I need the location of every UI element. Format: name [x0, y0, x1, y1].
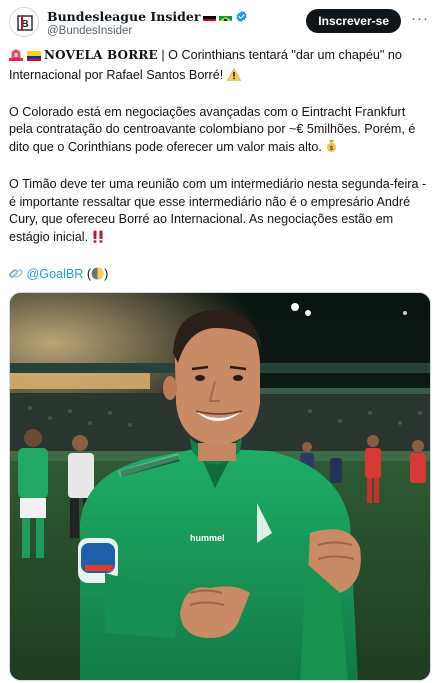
tweet-header: B Bundesleague Insider @BundesInsider In…: [9, 7, 431, 41]
account-handle[interactable]: @BundesInsider: [47, 25, 132, 37]
germany-flag: [203, 12, 217, 21]
source-mention-link[interactable]: @GoalBR: [27, 267, 84, 281]
display-name[interactable]: Bundesleague Insider: [47, 9, 200, 24]
colombia-flag: [26, 49, 41, 67]
tweet-paragraph-2: O Colorado está em negociações avançadas…: [9, 104, 431, 159]
verified-badge-icon: [235, 10, 248, 23]
tweet-source: @GoalBR ( ): [9, 266, 431, 286]
name-row: Bundesleague Insider: [47, 9, 248, 24]
tweet-card: B Bundesleague Insider @BundesInsider In…: [0, 0, 440, 683]
source-open-paren: (: [83, 267, 92, 282]
tweet-paragraph-3: O Timão deve ter uma reunião com um inte…: [9, 176, 431, 248]
brazil-flag: [219, 12, 233, 21]
subscribe-button[interactable]: Inscrever-se: [306, 9, 401, 33]
siren-icon: [9, 48, 23, 67]
tweet-text: NOVELA BORRE | O Corinthians tentará "da…: [9, 47, 431, 303]
paragraph-2-text: O Colorado está em negociações avançadas…: [9, 104, 416, 154]
tweet-paragraph-1: NOVELA BORRE | O Corinthians tentará "da…: [9, 47, 431, 86]
avatar[interactable]: B: [9, 7, 39, 37]
source-close-paren: ): [104, 267, 109, 282]
money-bag-icon: $: [325, 139, 338, 159]
warning-icon: [226, 67, 241, 87]
headline-label: NOVELA BORRE: [44, 48, 158, 62]
stadium-player-image: hummel: [10, 293, 430, 680]
double-exclamation-icon: [92, 230, 104, 249]
paragraph-3-text: O Timão deve ter uma reunião com um inte…: [9, 177, 427, 244]
moon-icon: [91, 267, 104, 286]
more-options-icon[interactable]: ···: [409, 9, 431, 33]
tweet-media-photo[interactable]: hummel: [9, 292, 431, 681]
svg-text:$: $: [330, 145, 334, 152]
link-icon: [9, 267, 23, 286]
svg-text:hummel: hummel: [190, 533, 225, 543]
avatar-logo-icon: B: [10, 8, 38, 36]
